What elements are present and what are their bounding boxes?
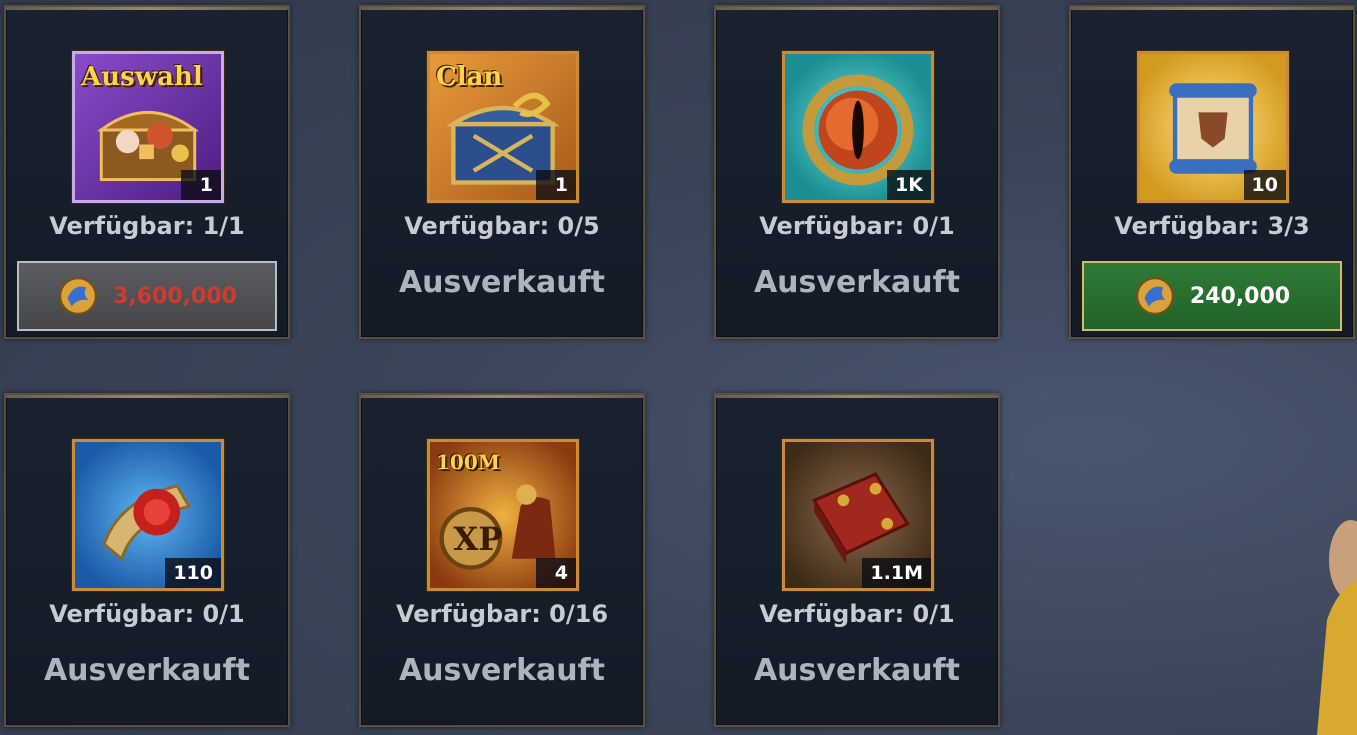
dragon-eye-orb-icon[interactable]: 1K [782, 51, 934, 203]
availability-text: Verfügbar: 0/16 [395, 600, 609, 628]
sold-out-label: Ausverkauft [43, 653, 251, 688]
shop-item-card-4[interactable]: 10 Verfügbar: 3/3 240,000 [1069, 5, 1355, 339]
purchase-button[interactable]: 240,000 [1082, 261, 1342, 331]
item-corner-label: Clan [436, 62, 503, 92]
scroll-icon[interactable]: 10 [1137, 51, 1289, 203]
clan-chest-icon[interactable]: Clan 1 [427, 51, 579, 203]
price-label: 3,600,000 [113, 283, 237, 309]
item-quantity: 4 [536, 558, 576, 588]
availability-text: Verfügbar: 1/1 [49, 212, 245, 240]
availability-text: Verfügbar: 0/5 [404, 212, 600, 240]
item-quantity: 1K [887, 170, 931, 200]
item-corner-label: 100M [436, 450, 500, 474]
availability-text: Verfügbar: 0/1 [49, 600, 245, 628]
character-portrait-edge [1317, 520, 1357, 735]
sold-out-label: Ausverkauft [753, 265, 961, 300]
sold-out-label: Ausverkauft [753, 653, 961, 688]
item-quantity: 110 [165, 558, 221, 588]
item-quantity: 1 [536, 170, 576, 200]
red-book-icon[interactable]: 1.1M [782, 439, 934, 591]
sold-out-label: Ausverkauft [398, 653, 606, 688]
shop-item-card-6[interactable]: XP 100M 4 Verfügbar: 0/16 Ausverkauft [359, 393, 645, 727]
availability-text: Verfügbar: 3/3 [1114, 212, 1310, 240]
dragon-coin-icon [1135, 277, 1174, 315]
availability-text: Verfügbar: 0/1 [759, 600, 955, 628]
sold-out-label: Ausverkauft [398, 265, 606, 300]
price-label: 240,000 [1189, 283, 1291, 309]
selection-chest-icon[interactable]: Auswahl 1 [72, 51, 224, 203]
shop-item-card-3[interactable]: 1K Verfügbar: 0/1 Ausverkauft [714, 5, 1000, 339]
item-quantity: 10 [1243, 170, 1286, 200]
item-quantity: 1 [181, 170, 221, 200]
shop-item-card-5[interactable]: 110 Verfügbar: 0/1 Ausverkauft [4, 393, 290, 727]
svg-text:XP: XP [453, 520, 502, 558]
xp-cavalry-icon[interactable]: XP 100M 4 [427, 439, 579, 591]
availability-text: Verfügbar: 0/1 [759, 212, 955, 240]
shop-item-card-7[interactable]: 1.1M Verfügbar: 0/1 Ausverkauft [714, 393, 1000, 727]
dragon-coin-icon [59, 277, 97, 315]
item-corner-label: Auswahl [81, 62, 203, 92]
shop-item-card-2[interactable]: Clan 1 Verfügbar: 0/5 Ausverkauft [359, 5, 645, 339]
purchase-button[interactable]: 3,600,000 [17, 261, 277, 331]
item-quantity: 1.1M [862, 558, 931, 588]
sealed-scroll-icon[interactable]: 110 [72, 439, 224, 591]
shop-item-card-1[interactable]: Auswahl 1 Verfügbar: 1/1 3,600,000 [4, 5, 290, 339]
